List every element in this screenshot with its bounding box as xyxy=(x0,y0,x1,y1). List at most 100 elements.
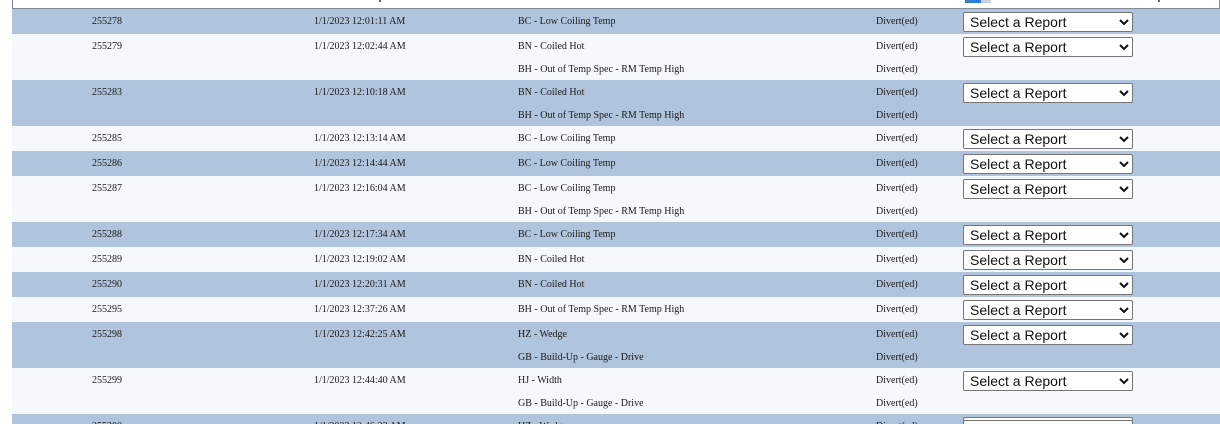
record-id xyxy=(12,105,314,126)
record-reason: BN - Coiled Hot xyxy=(518,34,876,59)
header-fragment xyxy=(1158,0,1160,2)
report-select-partial[interactable] xyxy=(963,420,1133,424)
records-page: 255278 1/1/2023 12:01:11 AM BC - Low Coili… xyxy=(0,0,1220,424)
record-action: Divert(ed) xyxy=(876,80,963,105)
record-datetime: 1/1/2023 12:13:14 AM xyxy=(314,126,518,151)
report-cell: Select a Report xyxy=(963,151,1220,176)
record-reason: BH - Out of Temp Spec - RM Temp High xyxy=(518,59,876,80)
record-row: 255288 1/1/2023 12:17:34 AM BC - Low Coili… xyxy=(12,222,1220,247)
record-id: 255285 xyxy=(12,126,314,151)
record-reason: BC - Low Coiling Temp xyxy=(518,9,876,34)
record-id: 255298 xyxy=(12,322,314,347)
record-action: Divert(ed) xyxy=(876,297,963,322)
records-body: 255278 1/1/2023 12:01:11 AM BC - Low Coili… xyxy=(12,9,1220,424)
record-datetime: 1/1/2023 12:37:26 AM xyxy=(314,297,518,322)
record-id: 255300 xyxy=(12,414,314,424)
record-datetime: 1/1/2023 12:19:02 AM xyxy=(314,247,518,272)
report-select[interactable]: Select a Report xyxy=(963,11,1133,32)
report-cell: Select a Report xyxy=(963,34,1220,59)
record-reason: BN - Coiled Hot xyxy=(518,247,876,272)
record-id: 255287 xyxy=(12,176,314,201)
record-action: Divert(ed) xyxy=(876,59,963,80)
report-select[interactable]: Select a Report xyxy=(963,178,1133,199)
record-row: 255283 1/1/2023 12:10:18 AM BN - Coiled Ho… xyxy=(12,80,1220,105)
report-cell: Select a Report xyxy=(963,297,1220,322)
record-reason: HZ - Wedge xyxy=(518,322,876,347)
report-cell: Select a Report xyxy=(963,368,1220,393)
record-datetime: 1/1/2023 12:10:18 AM xyxy=(314,80,518,105)
report-select[interactable]: Select a Report xyxy=(963,324,1133,345)
record-datetime xyxy=(314,201,518,222)
record-reason: BC - Low Coiling Temp xyxy=(518,222,876,247)
record-datetime xyxy=(314,393,518,414)
record-reason: BH - Out of Temp Spec - RM Temp High xyxy=(518,201,876,222)
record-reason: BC - Low Coiling Temp xyxy=(518,126,876,151)
record-action: Divert(ed) xyxy=(876,322,963,347)
record-row-continuation: BH - Out of Temp Spec - RM Temp High Dive… xyxy=(12,201,1220,222)
record-reason: BH - Out of Temp Spec - RM Temp High xyxy=(518,297,876,322)
record-id: 255278 xyxy=(12,9,314,34)
report-cell: Select a Report xyxy=(963,272,1220,297)
record-reason: BN - Coiled Hot xyxy=(518,80,876,105)
record-row-continuation: BH - Out of Temp Spec - RM Temp High Dive… xyxy=(12,59,1220,80)
record-reason: HJ - Width xyxy=(518,368,876,393)
record-action: Divert(ed) xyxy=(876,414,963,424)
header-scroll-fragment xyxy=(965,0,981,3)
report-select[interactable]: Select a Report xyxy=(963,36,1133,57)
report-cell: Select a Report xyxy=(963,176,1220,201)
record-row-continuation: GB - Build-Up - Gauge - Drive Divert(ed) xyxy=(12,393,1220,414)
record-reason: BC - Low Coiling Temp xyxy=(518,176,876,201)
report-cell: Select a Report xyxy=(963,9,1220,34)
record-id: 255290 xyxy=(12,272,314,297)
record-row-continuation: BH - Out of Temp Spec - RM Temp High Dive… xyxy=(12,105,1220,126)
report-select[interactable]: Select a Report xyxy=(963,82,1133,103)
record-reason: BC - Low Coiling Temp xyxy=(518,151,876,176)
record-action: Divert(ed) xyxy=(876,151,963,176)
report-select[interactable]: Select a Report xyxy=(963,224,1133,245)
record-action: Divert(ed) xyxy=(876,126,963,151)
report-select[interactable]: Select a Report xyxy=(963,128,1133,149)
record-id: 255288 xyxy=(12,222,314,247)
record-row: 255289 1/1/2023 12:19:02 AM BN - Coiled Ho… xyxy=(12,247,1220,272)
header-fragment xyxy=(379,0,381,2)
record-reason: GB - Build-Up - Gauge - Drive xyxy=(518,347,876,368)
record-row: 255278 1/1/2023 12:01:11 AM BC - Low Coili… xyxy=(12,9,1220,34)
record-id xyxy=(12,59,314,80)
record-id: 255295 xyxy=(12,297,314,322)
report-select[interactable]: Select a Report xyxy=(963,274,1133,295)
record-datetime xyxy=(314,105,518,126)
record-datetime: 1/1/2023 12:16:04 AM xyxy=(314,176,518,201)
report-cell: Select a Report xyxy=(963,322,1220,347)
record-row-continuation: GB - Build-Up - Gauge - Drive Divert(ed) xyxy=(12,347,1220,368)
report-cell xyxy=(963,59,1220,80)
record-action: Divert(ed) xyxy=(876,347,963,368)
record-row: 255290 1/1/2023 12:20:31 AM BN - Coiled Ho… xyxy=(12,272,1220,297)
record-action: Divert(ed) xyxy=(876,247,963,272)
report-select[interactable]: Select a Report xyxy=(963,299,1133,320)
record-action: Divert(ed) xyxy=(876,393,963,414)
report-select[interactable]: Select a Report xyxy=(963,370,1133,391)
record-row: 255279 1/1/2023 12:02:44 AM BN - Coiled Ho… xyxy=(12,34,1220,59)
record-id: 255279 xyxy=(12,34,314,59)
record-action: Divert(ed) xyxy=(876,105,963,126)
record-row: 255298 1/1/2023 12:42:25 AM HZ - Wedge Dive… xyxy=(12,322,1220,347)
record-datetime: 1/1/2023 12:02:44 AM xyxy=(314,34,518,59)
divert-records-table: 255278 1/1/2023 12:01:11 AM BC - Low Coili… xyxy=(12,9,1220,424)
record-action: Divert(ed) xyxy=(876,272,963,297)
record-action: Divert(ed) xyxy=(876,9,963,34)
record-datetime xyxy=(314,59,518,80)
record-id: 255286 xyxy=(12,151,314,176)
record-reason: HZ - Wedge xyxy=(518,414,876,424)
report-cell: Select a Report xyxy=(963,247,1220,272)
report-select[interactable]: Select a Report xyxy=(963,249,1133,270)
record-datetime: 1/1/2023 12:01:11 AM xyxy=(314,9,518,34)
record-id xyxy=(12,393,314,414)
record-id: 255299 xyxy=(12,368,314,393)
record-reason: BH - Out of Temp Spec - RM Temp High xyxy=(518,105,876,126)
report-cell xyxy=(963,393,1220,414)
record-id xyxy=(12,201,314,222)
record-id: 255283 xyxy=(12,80,314,105)
record-datetime: 1/1/2023 12:42:25 AM xyxy=(314,322,518,347)
report-select[interactable]: Select a Report xyxy=(963,153,1133,174)
record-row: 255295 1/1/2023 12:37:26 AM BH - Out of Te… xyxy=(12,297,1220,322)
